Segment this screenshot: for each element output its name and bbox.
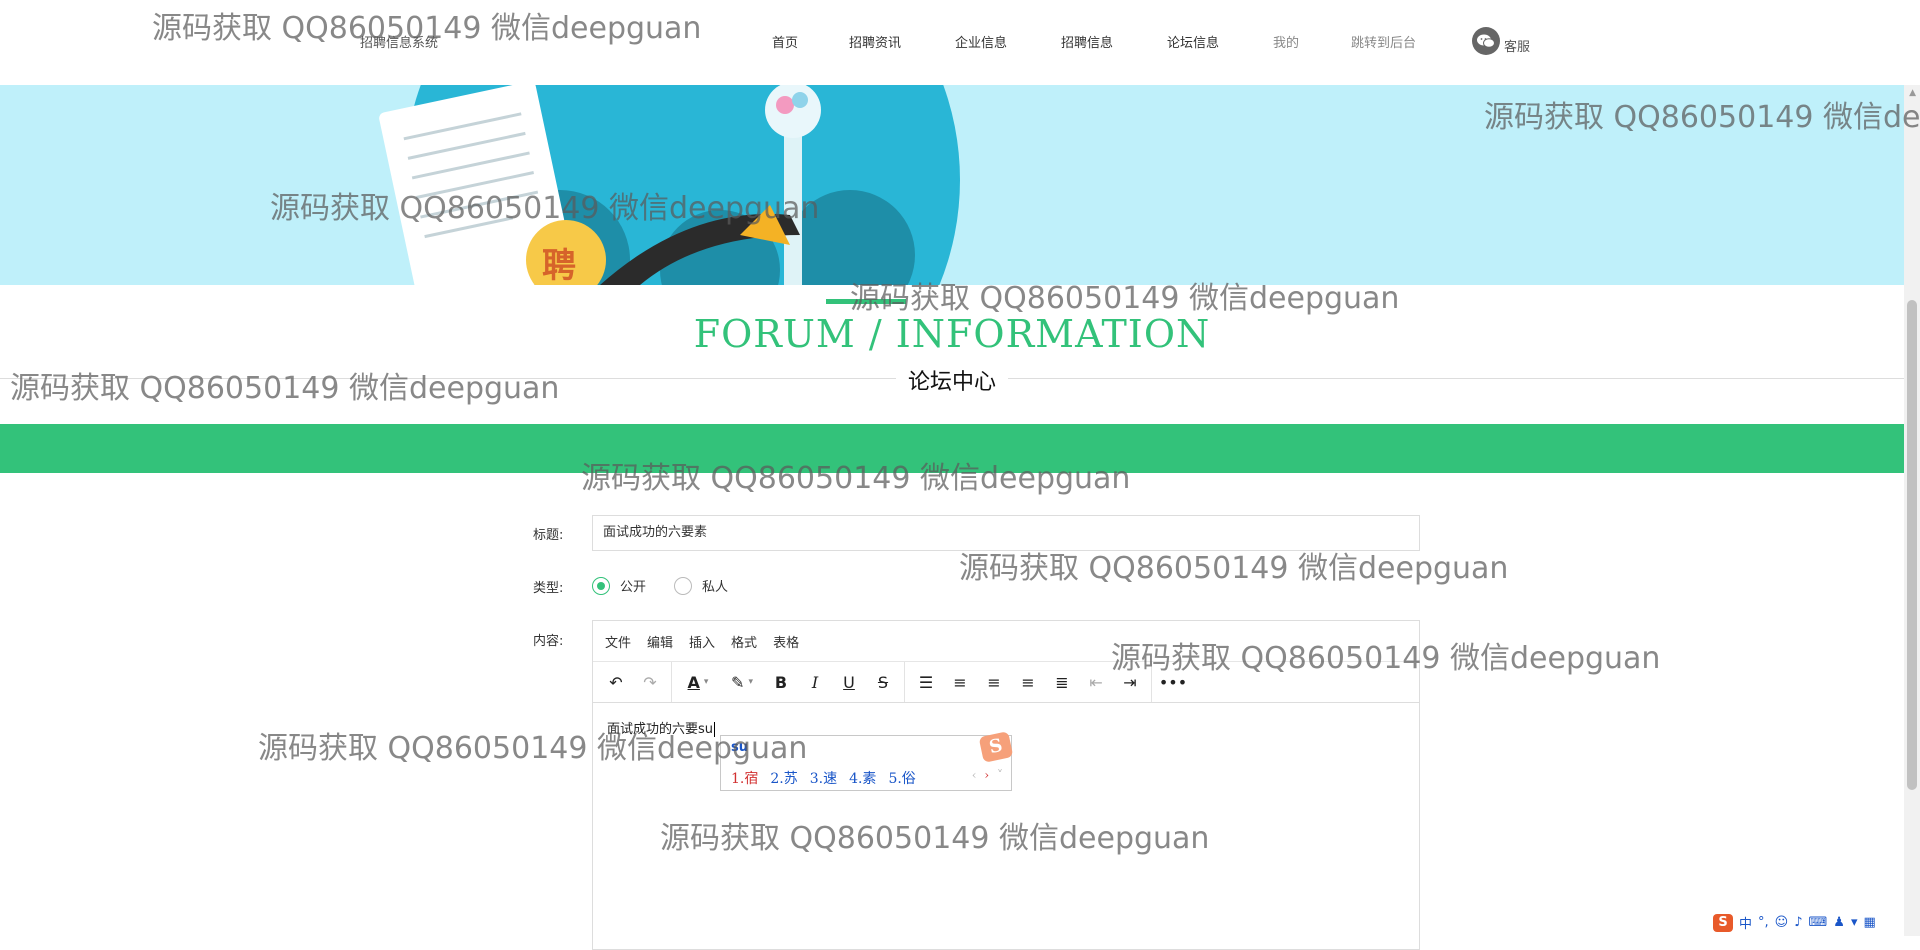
keyboard-icon[interactable]: ⌨	[1809, 915, 1828, 930]
user-icon[interactable]: ♟	[1833, 915, 1845, 930]
nav-recruit-news[interactable]: 招聘资讯	[849, 32, 901, 51]
page-scrollbar[interactable]	[1904, 85, 1920, 936]
scroll-up-arrow-icon[interactable]: ▲	[1909, 88, 1916, 98]
ime-candidate[interactable]: 3.速	[810, 768, 837, 788]
italic-icon[interactable]: I	[798, 666, 832, 698]
radio-public[interactable]: 公开	[592, 576, 646, 595]
radio-public-label: 公开	[620, 580, 647, 595]
toolbar-separator	[671, 662, 672, 702]
ime-candidate[interactable]: 4.素	[849, 768, 876, 788]
toolbox-icon[interactable]: ▦	[1863, 915, 1875, 930]
punctuation-icon[interactable]: °,	[1758, 915, 1769, 930]
radio-private[interactable]: 私人	[674, 576, 728, 595]
toolbar-separator	[904, 662, 905, 702]
nav-job-info[interactable]: 招聘信息	[1061, 32, 1113, 51]
menu-table[interactable]: 表格	[773, 632, 799, 651]
emoji-icon[interactable]: ☺	[1775, 915, 1789, 930]
list-icon[interactable]: ☰	[909, 666, 943, 698]
ime-candidate[interactable]: 1.宿	[731, 768, 758, 788]
editor-toolbar: ↶ ↷ A ▾ ✎ ▾ B I U S ☰ ≡ ≡ ≡ ≣ ⇤ ⇥ •••	[593, 661, 1419, 703]
title-accent-bar	[826, 299, 906, 304]
toolbar-separator	[1151, 662, 1152, 702]
text-color-icon[interactable]: A ▾	[676, 666, 720, 698]
nav-forum-info[interactable]: 论坛信息	[1167, 32, 1219, 51]
banner-badge-text: 聘	[542, 246, 576, 285]
outdent-icon[interactable]: ⇤	[1079, 666, 1113, 698]
editor-menubar: 文件 编辑 插入 格式 表格	[593, 621, 1419, 661]
type-label: 类型:	[533, 581, 564, 596]
microphone-icon[interactable]: ♪	[1794, 915, 1802, 930]
hero-banner: 聘	[0, 85, 1904, 285]
title-label: 标题:	[533, 528, 564, 543]
ime-candidate[interactable]: 5.俗	[888, 768, 915, 788]
skin-icon[interactable]: ▾	[1851, 915, 1858, 930]
nav-home[interactable]: 首页	[772, 32, 798, 51]
top-header: 招聘信息系统 首页 招聘资讯 企业信息 招聘信息 论坛信息 我的 跳转到后台 客…	[0, 0, 1904, 85]
ime-candidate-window: su S 1.宿 2.苏 3.速 4.素 5.俗 ‹ › ˅	[720, 731, 1014, 791]
ime-page-arrows-icon[interactable]: ‹ › ˅	[972, 768, 1005, 782]
editor-content[interactable]: 面试成功的六要su	[607, 718, 716, 737]
content-label: 内容:	[533, 634, 564, 649]
wechat-icon	[1472, 26, 1500, 55]
menu-file[interactable]: 文件	[605, 632, 631, 651]
section-title-en: FORUM / INFORMATION	[693, 312, 1211, 356]
radio-private-label: 私人	[702, 580, 729, 595]
customer-service[interactable]: 客服	[1472, 26, 1530, 55]
menu-insert[interactable]: 插入	[689, 632, 715, 651]
ime-composition: su	[731, 740, 748, 755]
sogou-logo-icon: S	[978, 731, 1014, 763]
title-input[interactable]: 面试成功的六要素	[592, 515, 1420, 551]
underline-icon[interactable]: U	[832, 666, 866, 698]
nav-company-info[interactable]: 企业信息	[955, 32, 1007, 51]
ime-candidates: 1.宿 2.苏 3.速 4.素 5.俗	[731, 768, 928, 788]
editor-content-text: 面试成功的六要su	[607, 722, 714, 737]
ime-status-bar: S 中 °, ☺ ♪ ⌨ ♟ ▾ ▦	[1713, 913, 1876, 932]
section-title-cn-text: 论坛中心	[895, 370, 1008, 395]
undo-icon[interactable]: ↶	[599, 666, 633, 698]
more-icon[interactable]: •••	[1156, 666, 1190, 698]
nav-admin[interactable]: 跳转到后台	[1351, 32, 1416, 51]
justify-icon[interactable]: ≣	[1045, 666, 1079, 698]
text-caret	[714, 722, 716, 737]
highlight-color-icon[interactable]: ✎ ▾	[720, 666, 764, 698]
align-right-icon[interactable]: ≡	[1011, 666, 1045, 698]
ime-mode-indicator[interactable]: 中	[1739, 913, 1752, 932]
radio-checked-icon	[592, 576, 610, 595]
banner-illustration: 聘	[379, 85, 960, 285]
scrollbar-thumb[interactable]	[1907, 300, 1917, 790]
site-title[interactable]: 招聘信息系统	[360, 32, 438, 51]
sogou-tray-icon[interactable]: S	[1713, 913, 1733, 932]
green-band	[0, 424, 1904, 473]
service-label: 客服	[1504, 40, 1531, 55]
bold-icon[interactable]: B	[764, 666, 798, 698]
ime-candidate[interactable]: 2.苏	[770, 768, 797, 788]
radio-unchecked-icon	[674, 576, 692, 595]
menu-edit[interactable]: 编辑	[647, 632, 673, 651]
section-title-cn: 论坛中心	[0, 364, 1904, 396]
nav-mine[interactable]: 我的	[1273, 32, 1299, 51]
menu-format[interactable]: 格式	[731, 632, 757, 651]
align-center-icon[interactable]: ≡	[977, 666, 1011, 698]
redo-icon[interactable]: ↷	[633, 666, 667, 698]
align-left-icon[interactable]: ≡	[943, 666, 977, 698]
indent-icon[interactable]: ⇥	[1113, 666, 1147, 698]
strikethrough-icon[interactable]: S	[866, 666, 900, 698]
